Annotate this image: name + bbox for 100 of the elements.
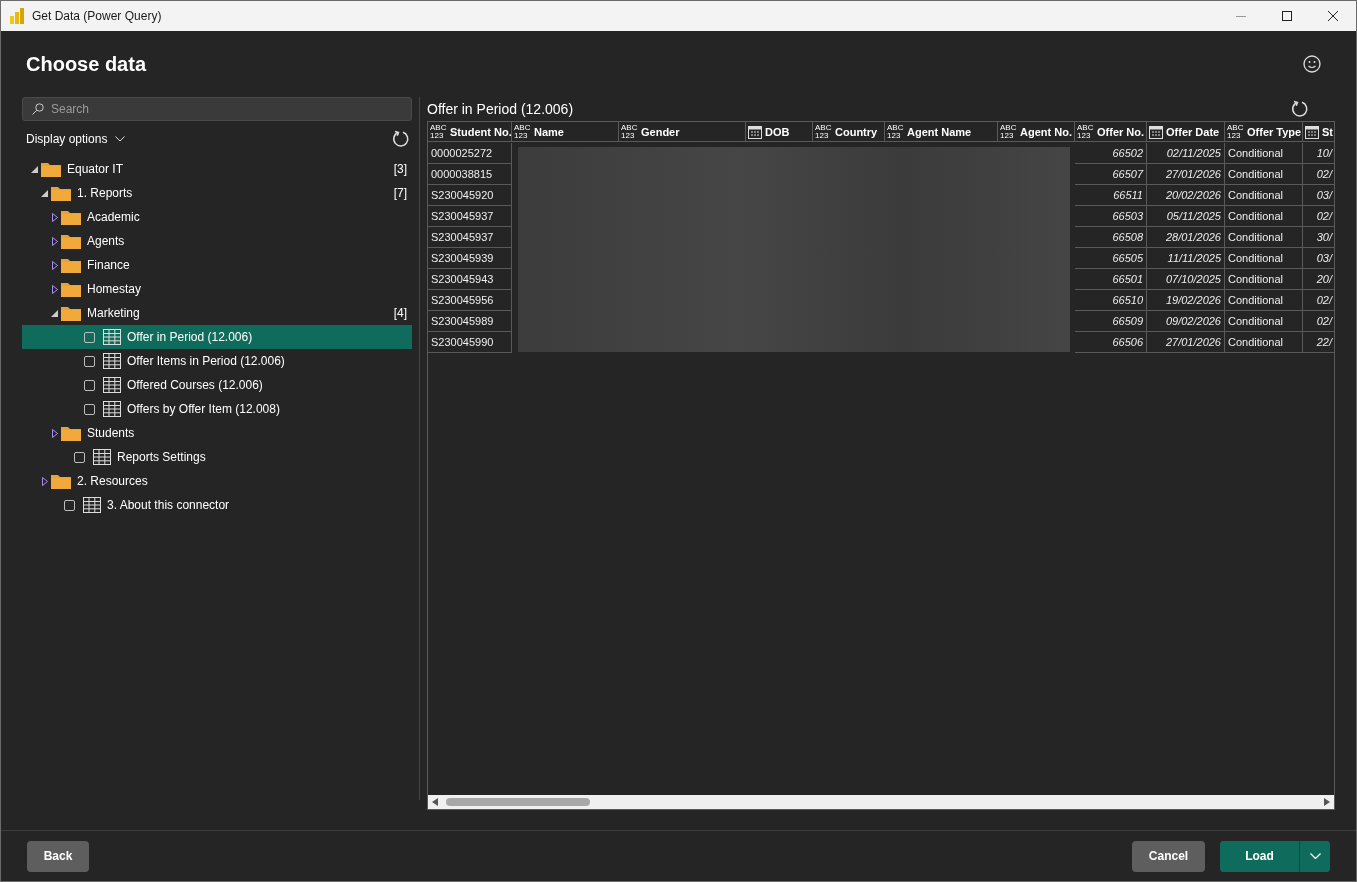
- table-cell: 07/10/2025: [1147, 269, 1225, 290]
- type-label: ABC 123: [887, 123, 904, 140]
- collapsed-arrow-icon[interactable]: [51, 236, 58, 246]
- refresh-icon[interactable]: [1291, 100, 1309, 118]
- table-cell: 66505: [1075, 248, 1147, 269]
- search-icon: [32, 103, 44, 115]
- calendar-icon: [1149, 124, 1163, 139]
- column-header[interactable]: DOB: [746, 122, 813, 142]
- tree-item[interactable]: 2. Resources: [22, 469, 412, 493]
- checkbox[interactable]: [84, 379, 95, 391]
- tree-item[interactable]: Finance: [22, 253, 412, 277]
- window-title: Get Data (Power Query): [32, 9, 162, 23]
- table-cell: S230045939: [428, 248, 512, 269]
- checkbox[interactable]: [84, 331, 95, 343]
- table-icon: [103, 353, 121, 369]
- horizontal-scrollbar[interactable]: [428, 795, 1334, 809]
- collapsed-arrow-icon[interactable]: [51, 284, 58, 294]
- tree-item[interactable]: Offers by Offer Item (12.008): [22, 397, 412, 421]
- table-cell: S230045990: [428, 332, 512, 353]
- table-cell: 20/02/2026: [1147, 185, 1225, 206]
- table-cell: 03/: [1303, 248, 1334, 269]
- app-logo-icon: [10, 8, 24, 24]
- table-cell: 66509: [1075, 311, 1147, 332]
- expanded-arrow-icon[interactable]: [51, 309, 58, 317]
- table-cell: 02/: [1303, 164, 1334, 185]
- table-icon: [103, 329, 121, 345]
- table-cell: 66503: [1075, 206, 1147, 227]
- collapsed-arrow-icon[interactable]: [51, 212, 58, 222]
- table-icon: [93, 449, 111, 465]
- type-label: ABC 123: [514, 123, 531, 140]
- folder-icon: [61, 425, 81, 441]
- table-cell: Conditional: [1225, 290, 1303, 311]
- calendar-icon: [1305, 124, 1319, 139]
- scrollbar-thumb[interactable]: [446, 798, 590, 806]
- refresh-icon[interactable]: [392, 130, 410, 148]
- table-cell: Conditional: [1225, 248, 1303, 269]
- smiley-icon[interactable]: [1303, 55, 1321, 73]
- type-label: ABC 123: [1227, 123, 1244, 140]
- tree-item[interactable]: Agents: [22, 229, 412, 253]
- scroll-left-icon[interactable]: [432, 798, 438, 806]
- display-options-button[interactable]: Display options: [26, 132, 126, 146]
- table-cell: S230045920: [428, 185, 512, 206]
- table-cell: 20/: [1303, 269, 1334, 290]
- cancel-button[interactable]: Cancel: [1132, 840, 1205, 872]
- search-field[interactable]: Search: [22, 97, 412, 121]
- table-cell: 66501: [1075, 269, 1147, 290]
- checkbox[interactable]: [84, 355, 95, 367]
- table-cell: Conditional: [1225, 311, 1303, 332]
- table-cell: 02/: [1303, 290, 1334, 311]
- checkbox[interactable]: [74, 451, 85, 463]
- table-cell: S230045989: [428, 311, 512, 332]
- close-icon: [1328, 11, 1338, 21]
- table-cell: Conditional: [1225, 143, 1303, 164]
- checkbox[interactable]: [64, 499, 75, 511]
- collapsed-arrow-icon[interactable]: [41, 476, 48, 486]
- table-cell: Conditional: [1225, 206, 1303, 227]
- checkbox[interactable]: [84, 403, 95, 415]
- table-cell: 0000038815: [428, 164, 512, 185]
- type-label: ABC 123: [1077, 123, 1094, 140]
- expanded-arrow-icon[interactable]: [31, 165, 38, 173]
- tree-item[interactable]: Marketing [4]: [22, 301, 412, 325]
- table-cell: 10/: [1303, 143, 1334, 164]
- tree-item[interactable]: Students: [22, 421, 412, 445]
- folder-icon: [41, 161, 61, 177]
- folder-icon: [61, 257, 81, 273]
- table-cell: 66502: [1075, 143, 1147, 164]
- tree-item[interactable]: Equator IT [3]: [22, 157, 412, 181]
- expanded-arrow-icon[interactable]: [41, 189, 48, 197]
- collapsed-arrow-icon[interactable]: [51, 428, 58, 438]
- tree-item[interactable]: Offer in Period (12.006): [22, 325, 412, 349]
- table-cell: 27/01/2026: [1147, 332, 1225, 353]
- folder-icon: [61, 209, 81, 225]
- load-button[interactable]: Load: [1220, 840, 1300, 872]
- preview-title: Offer in Period (12.006): [427, 101, 574, 117]
- tree-item[interactable]: Academic: [22, 205, 412, 229]
- table-icon: [103, 377, 121, 393]
- table-cell: 27/01/2026: [1147, 164, 1225, 185]
- column-header[interactable]: Offer Date: [1147, 122, 1225, 142]
- back-button[interactable]: Back: [27, 840, 89, 872]
- tree-item[interactable]: Offer Items in Period (12.006): [22, 349, 412, 373]
- collapsed-arrow-icon[interactable]: [51, 260, 58, 270]
- tree-item[interactable]: Homestay: [22, 277, 412, 301]
- tree-item[interactable]: 1. Reports [7]: [22, 181, 412, 205]
- table-cell: 66511: [1075, 185, 1147, 206]
- table-cell: 28/01/2026: [1147, 227, 1225, 248]
- table-cell: 02/: [1303, 206, 1334, 227]
- table-cell: Conditional: [1225, 332, 1303, 353]
- tree-item[interactable]: 3. About this connector: [22, 493, 412, 517]
- table-cell: 66507: [1075, 164, 1147, 185]
- table-cell: Conditional: [1225, 227, 1303, 248]
- table-cell: S230045943: [428, 269, 512, 290]
- scroll-right-icon[interactable]: [1324, 798, 1330, 806]
- tree-item[interactable]: Offered Courses (12.006): [22, 373, 412, 397]
- table-cell: Conditional: [1225, 269, 1303, 290]
- folder-icon: [61, 233, 81, 249]
- column-header[interactable]: St: [1303, 122, 1334, 142]
- tree-item[interactable]: Reports Settings: [22, 445, 412, 469]
- table-cell: 30/: [1303, 227, 1334, 248]
- minimize-icon: [1236, 15, 1246, 17]
- type-label: ABC 123: [815, 123, 832, 140]
